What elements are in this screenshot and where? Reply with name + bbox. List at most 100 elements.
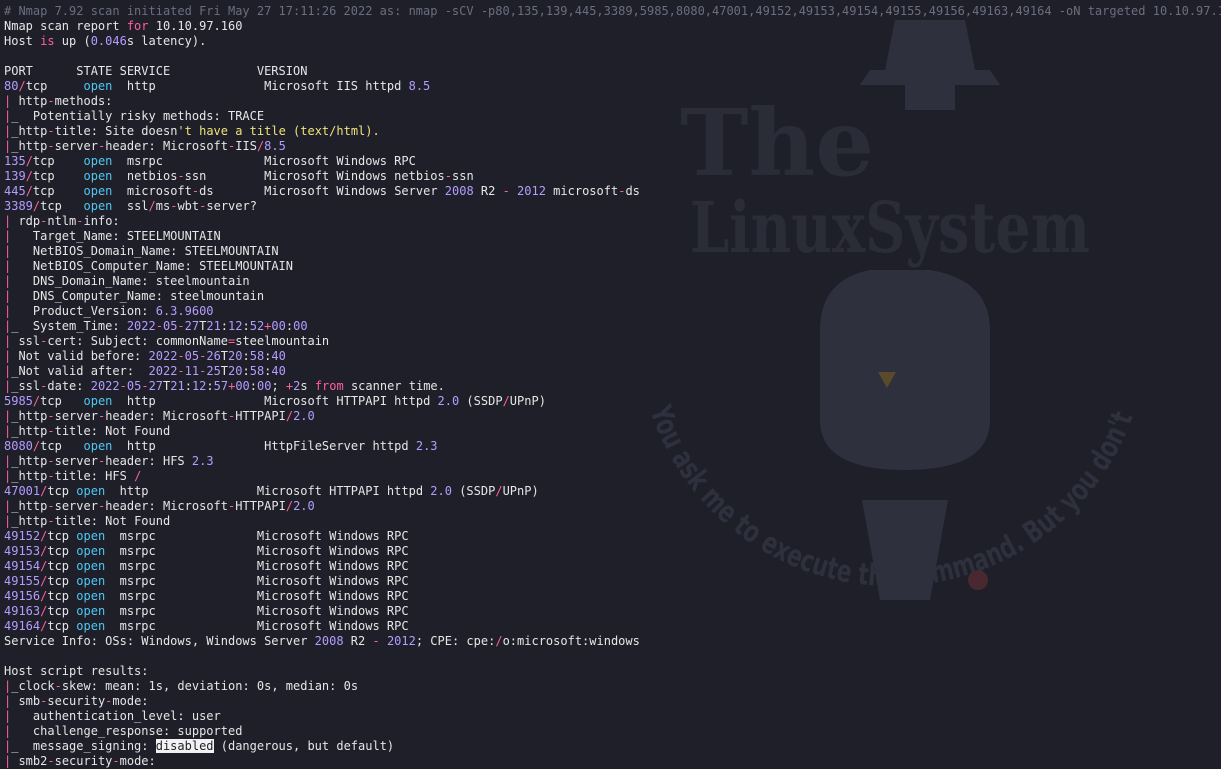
- terminal-text: :: [242, 319, 250, 333]
- terminal-text: security: [54, 754, 113, 768]
- terminal-text: _http: [11, 469, 48, 483]
- terminal-line: 135/tcp open msrpc Microsoft Windows RPC: [4, 154, 1219, 169]
- terminal-text: 135: [4, 154, 26, 168]
- terminal-line: |_ssl-date: 2022-05-27T21:12:57+00:00; +…: [4, 379, 1219, 394]
- terminal-text: 8.5: [408, 79, 431, 93]
- terminal-text: skew: mean: 1s, deviation: 0s, median: 0…: [61, 679, 359, 693]
- terminal-text: open: [76, 559, 106, 573]
- terminal-line: | Target_Name: STEELMOUNTAIN: [4, 229, 1219, 244]
- terminal-text: title: Site doesn: [54, 124, 178, 138]
- terminal-text: authentication_level: user: [11, 709, 221, 723]
- terminal-text: tcp: [40, 394, 84, 408]
- terminal-text: -: [47, 424, 55, 438]
- terminal-text: _http: [11, 139, 48, 153]
- terminal-text: 8080: [4, 439, 33, 453]
- terminal-text: :: [220, 319, 229, 333]
- terminal-text: -: [76, 214, 84, 228]
- terminal-line: 47001 / tcp open http Microsoft HTTPAPI ht…: [4, 484, 1219, 499]
- terminal-text: (SSDP: [459, 394, 503, 408]
- terminal-text: header: Microsoft: [105, 139, 229, 153]
- terminal-line: | authentication_level: user: [4, 709, 1219, 724]
- terminal-text: DNS_Domain_Name: steelmountain: [11, 274, 250, 288]
- terminal-text: 0.046: [90, 34, 127, 48]
- terminal-text: cert: Subject: commonName: [47, 334, 228, 348]
- terminal-line: 5985 / tcp open http Microsoft HTTPAPI htt…: [4, 394, 1219, 409]
- terminal-line: 139/tcp open netbios-ssn Microsoft Windo…: [4, 169, 1219, 184]
- terminal-line: 49155/tcp open msrpc Microsoft Windows R…: [4, 574, 1219, 589]
- terminal-line: |_http-server-header: HFS 2.3: [4, 454, 1219, 469]
- terminal-line: | Not valid before: 2022-05-26T20:58:40: [4, 349, 1219, 364]
- terminal-text: smb2: [11, 754, 48, 768]
- terminal-text: msrpc Microsoft Windows RPC: [112, 154, 416, 168]
- terminal-text: HTTPAPI: [235, 409, 286, 423]
- terminal-text: 57: [213, 379, 229, 393]
- terminal-text: tcp: [47, 529, 77, 543]
- terminal-text: 445: [4, 184, 26, 198]
- terminal-text: tcp: [32, 184, 84, 198]
- terminal-line: PORT STATE SERVICE VERSION: [4, 64, 1219, 79]
- terminal-text: :: [249, 379, 257, 393]
- terminal-text: /: [18, 79, 26, 93]
- terminal-text: NetBIOS_Domain_Name: STEELMOUNTAIN: [11, 244, 279, 258]
- terminal-text: -: [47, 514, 55, 528]
- terminal-text: tcp: [25, 79, 84, 93]
- terminal-line: | rdp-ntlm-info:: [4, 214, 1219, 229]
- terminal-line: |_ System_Time: 2022-05-27T21:12:52+00:0…: [4, 319, 1219, 334]
- terminal-text: s: [300, 379, 315, 393]
- terminal-text: -: [177, 169, 185, 183]
- terminal-text: mode:: [119, 754, 156, 768]
- terminal-text: ssl: [11, 334, 41, 348]
- terminal-text: mode:: [112, 694, 149, 708]
- terminal-text: -: [47, 139, 55, 153]
- terminal-text: 2.0: [437, 394, 460, 408]
- terminal-text: 5985: [4, 394, 33, 408]
- terminal-text: 2.3: [415, 439, 438, 453]
- terminal-line: | NetBIOS_Domain_Name: STEELMOUNTAIN: [4, 244, 1219, 259]
- terminal-text: _ System_Time:: [11, 319, 127, 333]
- terminal-text: http Microsoft HTTPAPI httpd: [112, 394, 438, 408]
- terminal-text: o:microsoft:windows: [502, 634, 640, 648]
- terminal-text: -: [177, 319, 185, 333]
- terminal-text: 3389: [4, 199, 33, 213]
- terminal-text: -: [47, 454, 55, 468]
- terminal-text: security: [47, 694, 106, 708]
- terminal-line: |_http-server-header: Microsoft-IIS/8.5: [4, 139, 1219, 154]
- terminal-text: is: [40, 34, 55, 48]
- terminal-text: title: Not Found: [54, 424, 171, 438]
- terminal-line: |_ message_signing: disabled (dangerous,…: [4, 739, 1219, 754]
- terminal-text: 05: [162, 319, 178, 333]
- terminal-line: |_http-title: Not Found: [4, 424, 1219, 439]
- terminal-line: | http-methods:: [4, 94, 1219, 109]
- terminal-output[interactable]: # Nmap 7.92 scan initiated Fri May 27 17…: [4, 4, 1221, 769]
- terminal-text: steelmountain: [235, 334, 330, 348]
- terminal-line: |_http-title: HFS /: [4, 469, 1219, 484]
- terminal-text: 58: [249, 349, 265, 363]
- terminal-text: :: [242, 349, 250, 363]
- terminal-text: 2008: [444, 184, 474, 198]
- terminal-text: ;: [271, 379, 286, 393]
- terminal-text: for: [126, 19, 149, 33]
- terminal-line: |_http-server-header: Microsoft-HTTPAPI/…: [4, 409, 1219, 424]
- terminal-text: from: [314, 379, 344, 393]
- terminal-text: 2.0: [293, 409, 315, 423]
- terminal-text: -: [112, 754, 120, 768]
- terminal-text: open: [83, 169, 113, 183]
- terminal-text: R2: [343, 634, 373, 648]
- terminal-text: 2.3: [191, 454, 214, 468]
- terminal-text: _http: [11, 454, 48, 468]
- terminal-text: Host: [4, 34, 41, 48]
- terminal-text: date:: [47, 379, 91, 393]
- terminal-text: open: [76, 604, 106, 618]
- terminal-text: http: [11, 94, 48, 108]
- terminal-line: Service Info: OSs: Windows, Windows Serv…: [4, 634, 1219, 649]
- terminal-text: open: [76, 589, 106, 603]
- terminal-text: open: [76, 544, 106, 558]
- terminal-line: Host script results:: [4, 664, 1219, 679]
- terminal-text: :: [242, 364, 250, 378]
- terminal-text: IIS: [235, 139, 257, 153]
- terminal-text: -: [47, 124, 55, 138]
- terminal-text: Nmap scan report: [4, 19, 127, 33]
- terminal-text: 49163: [4, 604, 41, 618]
